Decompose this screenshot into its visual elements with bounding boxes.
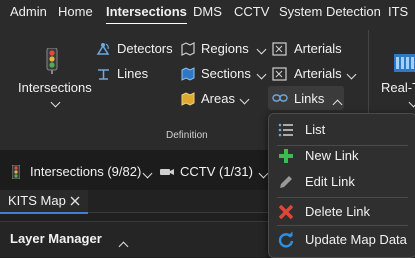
menu-item-edit-link[interactable]: Edit Link xyxy=(269,169,415,195)
regions-button[interactable]: Regions xyxy=(180,38,267,61)
chevron-down-icon xyxy=(46,96,61,114)
links-label: Links xyxy=(294,91,325,106)
delete-x-icon xyxy=(278,204,294,220)
chevron-down-icon xyxy=(254,167,269,185)
detector-icon xyxy=(96,43,110,55)
cctv-filter-label: CCTV (1/31) xyxy=(180,164,253,179)
chevron-up-icon[interactable] xyxy=(114,236,129,254)
chevron-down-icon xyxy=(235,93,250,111)
tab-system-detection[interactable]: System Detection xyxy=(279,0,381,24)
realtime-icon xyxy=(394,54,415,72)
menu-item-new-link[interactable]: New Link xyxy=(269,143,415,169)
menu-item-label: Update Map Data xyxy=(305,232,407,247)
tab-cctv[interactable]: CCTV xyxy=(234,0,269,24)
camera-icon xyxy=(160,169,174,175)
menu-divider xyxy=(277,197,408,198)
close-icon[interactable] xyxy=(70,196,80,206)
tab-home[interactable]: Home xyxy=(58,0,93,24)
plus-icon xyxy=(279,149,293,163)
refresh-icon xyxy=(278,231,294,248)
arterials-icon xyxy=(272,67,287,81)
tab-admin[interactable]: Admin xyxy=(10,0,47,24)
menu-divider xyxy=(277,225,408,226)
chevron-up-icon xyxy=(328,94,343,112)
chevron-down-icon xyxy=(252,68,267,86)
kits-map-tab-label: KITS Map xyxy=(8,193,66,208)
chevron-down-icon xyxy=(404,96,415,114)
menu-item-list[interactable]: List xyxy=(269,117,415,143)
sections-icon xyxy=(181,67,195,81)
traffic-light-icon xyxy=(46,48,58,74)
list-icon xyxy=(278,123,293,137)
intersections-button[interactable]: Intersections xyxy=(12,44,92,124)
arterials-button[interactable]: Arterials xyxy=(272,38,356,60)
traffic-light-icon xyxy=(12,165,20,179)
arterials-label: Arterials xyxy=(294,41,342,56)
areas-button[interactable]: Areas xyxy=(180,88,266,110)
tab-its[interactable]: ITS xyxy=(388,0,408,24)
intersections-filter-label: Intersections (9/82) xyxy=(30,164,142,179)
regions-icon xyxy=(181,42,195,56)
arterials-dropdown-button[interactable]: Arterials xyxy=(272,63,357,86)
regions-label: Regions xyxy=(201,41,249,56)
chevron-down-icon xyxy=(252,43,267,61)
menu-item-label: List xyxy=(305,122,326,137)
menu-item-update-map-data[interactable]: Update Map Data xyxy=(269,227,415,253)
detectors-label: Detectors xyxy=(117,41,173,56)
pencil-icon xyxy=(280,176,292,188)
realtime-button[interactable]: Real-T xyxy=(376,44,415,124)
lines-label: Lines xyxy=(117,66,149,81)
tab-kits-map[interactable]: KITS Map xyxy=(0,190,88,214)
group-label-definition: Definition xyxy=(166,130,208,141)
lines-button[interactable]: Lines xyxy=(96,63,156,85)
sections-label: Sections xyxy=(201,66,251,81)
realtime-label: Real-T xyxy=(381,80,415,95)
detectors-button[interactable]: Detectors xyxy=(96,38,173,60)
menu-bar: Admin Home Intersections DMS CCTV System… xyxy=(0,0,415,25)
areas-label: Areas xyxy=(201,91,235,106)
arterials-icon xyxy=(272,42,287,56)
areas-icon xyxy=(181,92,195,106)
menu-item-label: Edit Link xyxy=(305,174,355,189)
tab-dms[interactable]: DMS xyxy=(193,0,222,24)
layer-manager-title: Layer Manager xyxy=(10,231,102,246)
menu-item-label: Delete Link xyxy=(305,204,371,219)
chevron-down-icon xyxy=(342,68,357,86)
chevron-down-icon xyxy=(138,167,153,185)
link-chain-icon xyxy=(272,94,288,102)
links-button[interactable]: Links xyxy=(268,86,344,110)
sections-button[interactable]: Sections xyxy=(180,63,267,86)
tab-intersections[interactable]: Intersections xyxy=(106,0,187,25)
links-dropdown-menu: List New Link Edit Link Delete Link Upda… xyxy=(268,113,415,258)
intersections-filter[interactable]: Intersections (9/82) xyxy=(8,162,153,185)
arterials-dropdown-label: Arterials xyxy=(294,66,342,81)
menu-item-delete-link[interactable]: Delete Link xyxy=(269,199,415,225)
menu-item-label: New Link xyxy=(305,148,359,163)
intersections-button-label: Intersections xyxy=(18,80,92,95)
cctv-filter[interactable]: CCTV (1/31) xyxy=(158,162,269,182)
lines-icon xyxy=(98,69,109,80)
